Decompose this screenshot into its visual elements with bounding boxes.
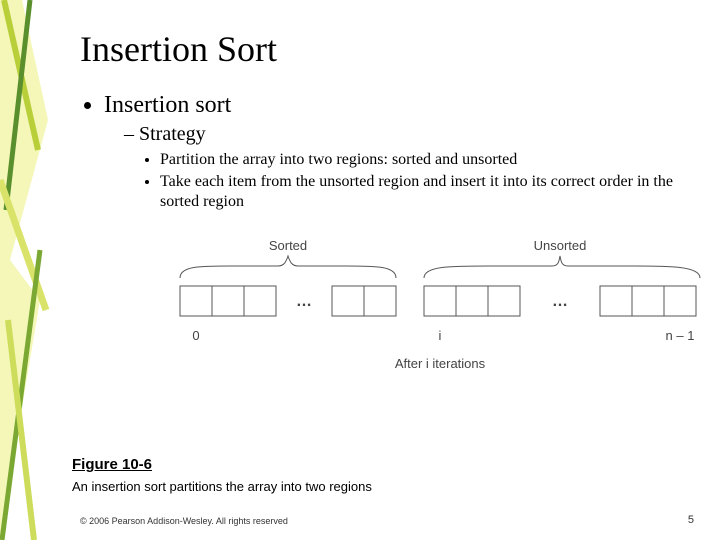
figure-block: Figure 10-6 An insertion sort partitions…	[72, 456, 372, 494]
index-0: 0	[192, 328, 199, 343]
index-n1: n – 1	[666, 328, 695, 343]
slide-title: Insertion Sort	[80, 28, 680, 70]
dots-left: …	[296, 293, 312, 310]
dots-right: …	[552, 293, 568, 310]
brace-sorted	[180, 256, 396, 278]
bullet-top-text: Insertion sort	[104, 92, 231, 118]
copyright-text: © 2006 Pearson Addison-Wesley. All right…	[80, 516, 288, 526]
slide-content: Insertion Sort Insertion sort Strategy P…	[0, 0, 720, 391]
after-label: After i iterations	[395, 356, 486, 371]
partition-diagram: Sorted Unsorted … … 0 i n – 1 After i it…	[160, 236, 720, 386]
figure-label: Figure 10-6	[72, 456, 372, 473]
unsorted-label: Unsorted	[534, 238, 587, 253]
slide-number: 5	[688, 514, 694, 526]
bullet-list: Insertion sort Strategy Partition the ar…	[80, 92, 680, 212]
brace-unsorted	[424, 256, 700, 278]
figure-caption: An insertion sort partitions the array i…	[72, 479, 372, 494]
bullet-strategy: Strategy Partition the array into two re…	[124, 123, 680, 212]
bullet-point2: Take each item from the unsorted region …	[160, 172, 680, 212]
bullet-top: Insertion sort Strategy Partition the ar…	[104, 92, 680, 212]
index-i: i	[439, 328, 442, 343]
sorted-label: Sorted	[269, 238, 307, 253]
bullet-strategy-text: Strategy	[139, 123, 206, 145]
bullet-point1: Partition the array into two regions: so…	[160, 150, 680, 170]
